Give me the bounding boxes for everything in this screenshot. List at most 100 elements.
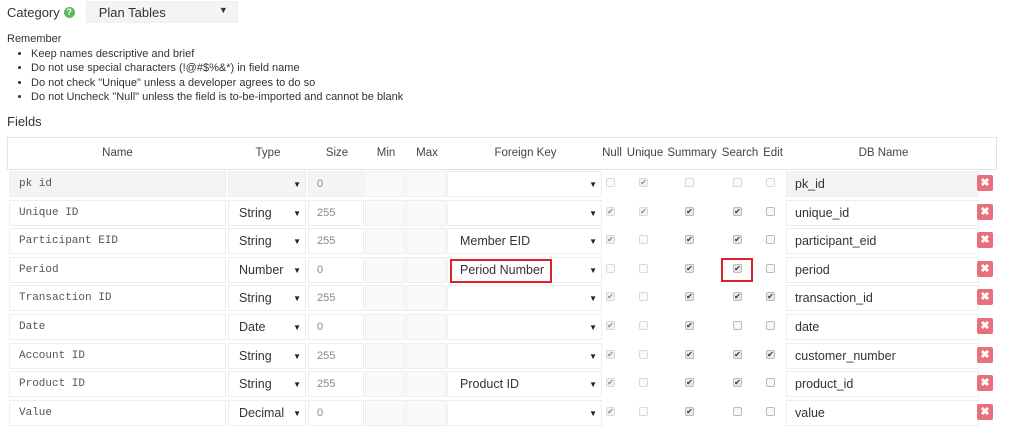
question-icon[interactable]: ?	[63, 6, 75, 18]
field-name-input[interactable]: Value	[9, 399, 226, 426]
max-input[interactable]	[406, 399, 446, 426]
max-input[interactable]	[406, 313, 446, 340]
min-input[interactable]	[365, 342, 405, 369]
foreign-key-select[interactable]: ▼	[447, 342, 602, 369]
max-input[interactable]	[406, 228, 446, 255]
type-select[interactable]: String ▼	[228, 285, 306, 312]
max-input[interactable]	[406, 199, 446, 226]
max-input[interactable]	[406, 285, 446, 312]
unique-checkbox[interactable]	[639, 263, 648, 273]
type-select[interactable]: String ▼	[228, 342, 306, 369]
db-name-input[interactable]: period	[786, 256, 979, 283]
close-icon[interactable]: ✖	[977, 203, 993, 220]
foreign-key-select[interactable]: ▼	[447, 171, 602, 197]
unique-checkbox[interactable]	[639, 292, 648, 302]
unique-checkbox[interactable]: ✔	[639, 206, 648, 216]
db-name-input[interactable]: transaction_id	[786, 285, 979, 312]
type-select[interactable]: Decimal ▼	[228, 399, 306, 426]
foreign-key-select[interactable]: Member EID ▼	[447, 228, 602, 255]
size-input[interactable]: 0	[308, 399, 364, 426]
type-select[interactable]: Number ▼	[228, 256, 306, 283]
field-name-input[interactable]: Period	[9, 256, 226, 283]
field-name-input[interactable]: pk id	[9, 171, 226, 197]
min-input[interactable]	[365, 199, 405, 226]
min-input[interactable]	[365, 313, 405, 340]
close-icon[interactable]: ✖	[977, 403, 993, 420]
edit-checkbox[interactable]	[766, 178, 775, 187]
search-checkbox[interactable]: ✔	[733, 235, 742, 245]
foreign-key-select[interactable]: ▼	[447, 399, 602, 426]
null-checkbox[interactable]: ✔	[606, 378, 615, 388]
size-input[interactable]: 0	[308, 171, 364, 197]
size-input[interactable]: 255	[308, 342, 364, 369]
null-checkbox[interactable]: ✔	[606, 206, 615, 216]
db-name-input[interactable]: value	[786, 399, 979, 426]
search-checkbox[interactable]	[733, 320, 742, 330]
size-input[interactable]: 255	[308, 199, 364, 226]
unique-checkbox[interactable]	[639, 235, 648, 245]
edit-checkbox[interactable]: ✔	[766, 292, 775, 302]
max-input[interactable]	[406, 171, 446, 197]
unique-checkbox[interactable]	[639, 378, 648, 388]
db-name-input[interactable]: pk_id	[786, 171, 979, 197]
close-icon[interactable]: ✖	[977, 175, 993, 191]
field-name-input[interactable]: Product ID	[9, 371, 226, 398]
max-input[interactable]	[406, 371, 446, 398]
summary-checkbox[interactable]: ✔	[685, 349, 694, 359]
close-icon[interactable]: ✖	[977, 346, 993, 363]
size-input[interactable]: 255	[308, 228, 364, 255]
db-name-input[interactable]: participant_eid	[786, 228, 979, 255]
min-input[interactable]	[365, 171, 405, 197]
field-name-input[interactable]: Participant EID	[9, 228, 226, 255]
summary-checkbox[interactable]: ✔	[685, 263, 694, 273]
type-select[interactable]: String ▼	[228, 371, 306, 398]
unique-checkbox[interactable]	[639, 349, 648, 359]
field-name-input[interactable]: Transaction ID	[9, 285, 226, 312]
field-name-input[interactable]: Date	[9, 313, 226, 340]
min-input[interactable]	[365, 285, 405, 312]
unique-checkbox[interactable]	[639, 320, 648, 330]
edit-checkbox[interactable]: ✔	[766, 349, 775, 359]
summary-checkbox[interactable]: ✔	[685, 406, 694, 416]
null-checkbox[interactable]: ✔	[606, 349, 615, 359]
db-name-input[interactable]: customer_number	[786, 342, 979, 369]
type-select[interactable]: String ▼	[228, 199, 306, 226]
summary-checkbox[interactable]: ✔	[685, 320, 694, 330]
min-input[interactable]	[365, 256, 405, 283]
summary-checkbox[interactable]	[685, 178, 694, 187]
close-icon[interactable]: ✖	[977, 317, 993, 334]
type-select[interactable]: Date ▼	[228, 313, 306, 340]
search-checkbox[interactable]	[733, 406, 742, 416]
search-checkbox[interactable]: ✔	[733, 378, 742, 388]
foreign-key-select[interactable]: Product ID ▼	[447, 371, 602, 398]
size-input[interactable]: 255	[308, 371, 364, 398]
min-input[interactable]	[365, 228, 405, 255]
close-icon[interactable]: ✖	[977, 260, 993, 277]
null-checkbox[interactable]: ✔	[606, 235, 615, 245]
type-select[interactable]: ▼	[228, 171, 306, 197]
db-name-input[interactable]: unique_id	[786, 199, 979, 226]
edit-checkbox[interactable]	[766, 235, 775, 245]
unique-checkbox[interactable]: ✔	[639, 178, 648, 187]
foreign-key-select[interactable]: ▼	[447, 313, 602, 340]
max-input[interactable]	[406, 256, 446, 283]
edit-checkbox[interactable]	[766, 206, 775, 216]
edit-checkbox[interactable]	[766, 320, 775, 330]
foreign-key-select[interactable]: ▼	[447, 285, 602, 312]
close-icon[interactable]: ✖	[977, 232, 993, 249]
summary-checkbox[interactable]: ✔	[685, 378, 694, 388]
db-name-input[interactable]: date	[786, 313, 979, 340]
close-icon[interactable]: ✖	[977, 289, 993, 306]
null-checkbox[interactable]	[606, 178, 615, 187]
search-checkbox[interactable]	[733, 178, 742, 187]
summary-checkbox[interactable]: ✔	[685, 206, 694, 216]
summary-checkbox[interactable]: ✔	[685, 292, 694, 302]
search-checkbox[interactable]: ✔	[733, 206, 742, 216]
null-checkbox[interactable]: ✔	[606, 292, 615, 302]
edit-checkbox[interactable]	[766, 263, 775, 273]
search-checkbox[interactable]: ✔	[733, 349, 742, 359]
null-checkbox[interactable]	[606, 263, 615, 273]
close-icon[interactable]: ✖	[977, 375, 993, 392]
category-select[interactable]: Plan Tables ▼	[85, 1, 238, 23]
summary-checkbox[interactable]: ✔	[685, 235, 694, 245]
